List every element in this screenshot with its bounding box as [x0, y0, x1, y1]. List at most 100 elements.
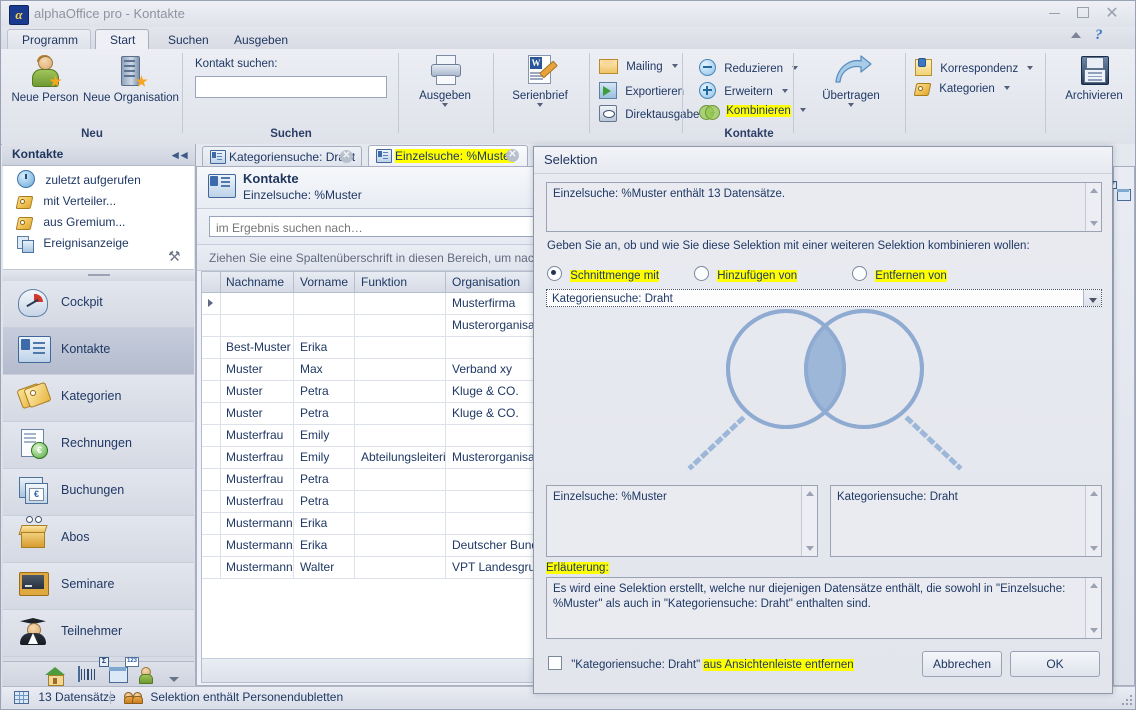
sidebar-item-buchungen[interactable]: € Buchungen	[3, 469, 194, 516]
collapse-ribbon-icon[interactable]	[1071, 32, 1081, 38]
right-set-scrollbar[interactable]	[1085, 486, 1101, 556]
close-button[interactable]: ✕	[1099, 4, 1125, 24]
serienbrief-chevron-down-icon[interactable]	[537, 103, 543, 107]
erweitern-chevron-down-icon[interactable]	[781, 89, 788, 93]
help-icon[interactable]: ?	[1095, 27, 1103, 44]
ribbon-tab-ausgeben[interactable]: Ausgeben	[219, 29, 297, 49]
sidebar-item-kontakte[interactable]: Kontakte	[3, 328, 194, 375]
grid-column-nachname[interactable]: Nachname	[220, 272, 294, 293]
right-set-text: Kategoriensuche: Draht	[837, 491, 958, 503]
uebertragen-button[interactable]: Übertragen	[803, 55, 899, 107]
doc-tab-einzelsuche-muster[interactable]: Einzelsuche: %Muster ✕	[368, 145, 528, 166]
window-resize-grip[interactable]	[1118, 691, 1132, 705]
combo-chevron-down-icon[interactable]	[1083, 290, 1101, 306]
sidebar-link-label: zuletzt aufgerufen	[45, 173, 141, 187]
ribbon-tab-programm[interactable]: Programm	[7, 29, 91, 49]
ausgeben-button[interactable]: Ausgeben	[411, 55, 479, 107]
kombinieren-button[interactable]: Kombinieren	[699, 105, 806, 120]
sidebar-item-rechnungen[interactable]: € Rechnungen	[3, 422, 194, 469]
doc-tab-kategoriensuche-draht[interactable]: Kategoriensuche: Draht ✕	[202, 146, 362, 166]
sidebar-splitter[interactable]	[2, 270, 195, 281]
ribbon-tab-start[interactable]: Start	[95, 29, 149, 50]
ausgeben-chevron-down-icon[interactable]	[442, 103, 448, 107]
home-icon[interactable]	[45, 667, 65, 686]
circle-minus-icon	[699, 59, 716, 76]
sidebar-item-teilnehmer[interactable]: Teilnehmer	[3, 610, 194, 657]
new-person-icon	[29, 55, 62, 87]
sidebar-link-mit-verteiler[interactable]: mit Verteiler...	[15, 191, 116, 211]
table-cell-funktion	[355, 491, 446, 512]
radio-label: Schnittmenge mit	[570, 270, 660, 282]
archivieren-label: Archivieren	[1065, 90, 1123, 102]
minimize-button[interactable]	[1041, 4, 1067, 24]
reduzieren-button[interactable]: Reduzieren	[699, 59, 799, 76]
mailing-chevron-down-icon[interactable]	[671, 64, 678, 68]
sidebar-tools-icon[interactable]: ⚒	[168, 248, 186, 264]
sidebar-link-aus-gremium[interactable]: aus Gremium...	[15, 212, 125, 232]
korrespondenz-chevron-down-icon[interactable]	[1027, 66, 1034, 70]
row-indicator	[202, 469, 221, 490]
table-cell-vorname: Petra	[294, 403, 355, 424]
grid-column-vorname[interactable]: Vorname	[294, 272, 355, 293]
sidebar-item-cockpit[interactable]: Cockpit	[3, 281, 194, 328]
radio-entfernen-von[interactable]: Entfernen von	[852, 266, 947, 282]
ok-button[interactable]: OK	[1010, 651, 1100, 677]
korrespondenz-button[interactable]: Korrespondenz	[915, 58, 1034, 76]
kategorien-chevron-down-icon[interactable]	[1004, 86, 1011, 90]
explanation-scrollbar[interactable]	[1085, 578, 1101, 638]
mailing-button[interactable]: Mailing	[599, 59, 678, 74]
ribbon-tab-suchen[interactable]: Suchen	[153, 29, 215, 49]
selection-combo[interactable]: Kategoriensuche: Draht	[546, 289, 1102, 307]
radio-hinzufuegen-von[interactable]: Hinzufügen von	[694, 266, 798, 282]
left-set-box: Einzelsuche: %Muster	[546, 485, 818, 557]
barcode-icon[interactable]	[78, 666, 98, 685]
info-scrollbar[interactable]	[1085, 183, 1101, 231]
grid-icon	[14, 691, 29, 704]
cancel-button[interactable]: Abbrechen	[922, 651, 1002, 677]
sidebar-item-label: Cockpit	[61, 295, 103, 309]
explanation-text: Es wird eine Selektion erstellt, welche …	[553, 583, 1066, 610]
kategorien-button[interactable]: Kategorien	[913, 82, 1011, 96]
sidebar-item-seminare[interactable]: Seminare	[3, 563, 194, 610]
radio-schnittmenge-mit[interactable]: Schnittmenge mit	[547, 266, 660, 282]
left-set-scrollbar[interactable]	[801, 486, 817, 556]
sidebar-item-label: Kontakte	[61, 342, 111, 356]
serienbrief-button[interactable]: W Serienbrief	[501, 55, 579, 107]
remove-from-viewbar-checkbox-row[interactable]: "Kategoriensuche: Draht" aus Ansichtenle…	[548, 656, 854, 671]
sidebar-item-abos[interactable]: Abos	[3, 516, 194, 563]
exportieren-button[interactable]: Exportieren	[599, 82, 684, 99]
sidebar-link-zuletzt-aufgerufen[interactable]: zuletzt aufgerufen	[17, 170, 141, 190]
maximize-button[interactable]	[1070, 4, 1096, 24]
sidebar-link-ereignisanzeige[interactable]: Ereignisanzeige	[17, 233, 129, 253]
person-number-icon[interactable]: 123	[125, 657, 159, 685]
right-docked-strip[interactable]: +	[1109, 166, 1135, 686]
report-icon[interactable]: Σ	[99, 657, 129, 685]
radio-label: Hinzufügen von	[717, 270, 798, 282]
erweitern-label: Erweitern	[724, 86, 773, 98]
kontakt-suchen-input[interactable]	[195, 76, 387, 98]
checkbox-icon[interactable]	[548, 656, 562, 670]
table-cell-nachname: Muster	[220, 403, 294, 424]
grid-column-funktion[interactable]: Funktion	[355, 272, 446, 293]
contacts-card-icon	[210, 150, 226, 164]
doc-tab-label: Einzelsuche: %Muster	[395, 149, 514, 163]
sidebar-item-label: Rechnungen	[61, 436, 132, 450]
doc-tab-close-icon[interactable]: ✕	[340, 150, 353, 163]
serienbrief-label: Serienbrief	[512, 90, 568, 102]
table-cell-funktion	[355, 315, 446, 336]
erweitern-button[interactable]: Erweitern	[699, 82, 788, 99]
new-organisation-button[interactable]: Neue Organisation	[79, 55, 183, 104]
printer-icon	[430, 55, 461, 85]
new-person-button[interactable]: Neue Person	[9, 55, 81, 104]
direktausgabe-button[interactable]: Direktausgabe	[599, 105, 715, 122]
uebertragen-chevron-down-icon[interactable]	[848, 103, 854, 107]
sidebar-item-kategorien[interactable]: Kategorien	[3, 375, 194, 422]
sidebar-collapse-icon[interactable]: ◄◄	[169, 148, 190, 162]
new-person-label: Neue Person	[11, 92, 79, 104]
transfer-arrow-icon	[832, 55, 872, 85]
kombinieren-chevron-down-icon[interactable]	[799, 108, 806, 112]
archivieren-button[interactable]: Archivieren	[1053, 55, 1135, 102]
table-cell-funktion	[355, 425, 446, 446]
table-cell-nachname: Mustermann	[220, 535, 294, 556]
doc-tab-close-icon[interactable]: ✕	[506, 149, 519, 162]
